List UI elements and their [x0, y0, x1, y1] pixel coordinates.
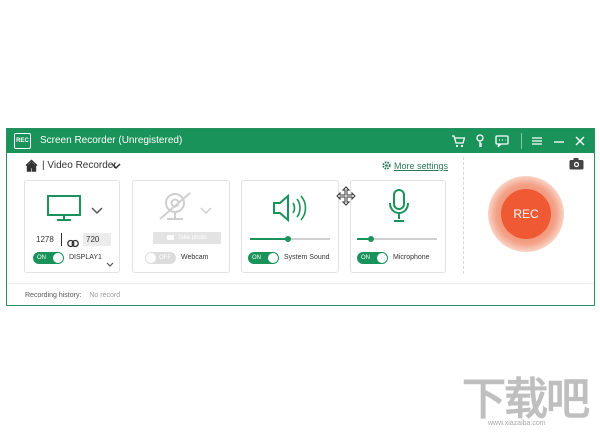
chevron-down-icon[interactable] — [111, 161, 121, 171]
camera-icon[interactable] — [569, 157, 584, 170]
close-icon[interactable] — [572, 133, 588, 149]
display-card: 1278 720 ON DISPLAY1 — [24, 180, 120, 273]
webcam-dropdown-chevron-icon[interactable] — [200, 202, 212, 220]
toggle-knob — [146, 253, 156, 263]
watermark-text: 下载吧 — [462, 374, 590, 425]
link-icon[interactable] — [67, 235, 79, 253]
recording-history-value: No record — [89, 292, 121, 299]
app-logo: REC — [14, 133, 31, 149]
display-select-chevron-icon[interactable] — [106, 255, 114, 273]
gear-icon — [381, 160, 392, 171]
width-input[interactable]: 1278 — [33, 233, 62, 246]
move-cursor-icon — [336, 186, 356, 206]
recording-history-label: Recording history: — [25, 292, 82, 299]
system-sound-toggle[interactable]: ON — [248, 252, 279, 264]
cart-icon[interactable] — [450, 133, 466, 149]
webcam-toggle[interactable]: OFF — [145, 252, 176, 264]
webcam-card: Take photo OFF Webcam — [132, 180, 230, 273]
toggle-knob — [377, 253, 387, 263]
mode-separator: | — [42, 160, 45, 171]
rec-button[interactable]: REC — [501, 189, 551, 239]
speaker-icon[interactable] — [271, 193, 311, 228]
camera-small-icon — [167, 234, 175, 240]
system-sound-toggle-label: ON — [252, 255, 261, 261]
toggle-knob — [268, 253, 278, 263]
more-settings-link[interactable]: More settings — [381, 158, 451, 174]
menu-icon[interactable] — [529, 133, 545, 149]
toggle-knob — [53, 253, 63, 263]
system-sound-slider-fill — [250, 238, 288, 240]
minimize-icon[interactable] — [551, 133, 567, 149]
monitor-icon[interactable] — [47, 195, 81, 226]
watermark: 下载吧 www.xiazaiba.com — [462, 376, 592, 428]
system-sound-card: ON System Sound — [241, 180, 339, 273]
webcam-disabled-icon[interactable] — [155, 190, 195, 227]
footer-divider — [7, 283, 594, 284]
recording-history[interactable]: Recording history: No record — [25, 289, 120, 303]
system-sound-label: System Sound — [284, 254, 330, 261]
key-icon[interactable] — [472, 133, 488, 149]
system-sound-slider-knob[interactable] — [285, 236, 291, 242]
microphone-card: ON Microphone — [350, 180, 446, 273]
app-window: REC Screen Recorder (Unregistered) | Vid… — [6, 128, 595, 306]
display-label: DISPLAY1 — [69, 254, 102, 261]
home-icon[interactable] — [25, 159, 38, 172]
system-sound-slider[interactable] — [250, 236, 330, 242]
microphone-toggle[interactable]: ON — [357, 252, 388, 264]
webcam-label: Webcam — [181, 254, 209, 261]
display-dropdown-chevron-icon[interactable] — [91, 202, 103, 220]
display-toggle[interactable]: ON — [33, 252, 64, 264]
display-toggle-label: ON — [37, 255, 46, 261]
microphone-slider-knob[interactable] — [368, 236, 374, 242]
take-photo-button[interactable]: Take photo — [153, 232, 221, 244]
panel-divider — [463, 157, 464, 274]
window-title: Screen Recorder (Unregistered) — [40, 135, 183, 146]
titlebar-separator — [521, 133, 522, 149]
mode-label: Video Recorder — [47, 160, 117, 171]
watermark-url: www.xiazaiba.com — [488, 420, 546, 427]
webcam-toggle-label: OFF — [159, 255, 171, 261]
height-input[interactable]: 720 — [83, 233, 111, 246]
microphone-toggle-label: ON — [361, 255, 370, 261]
more-settings-label: More settings — [394, 161, 449, 171]
microphone-icon[interactable] — [387, 189, 411, 228]
microphone-slider[interactable] — [357, 236, 437, 242]
microphone-label: Microphone — [393, 254, 430, 261]
take-photo-label: Take photo — [177, 235, 207, 241]
title-bar: REC Screen Recorder (Unregistered) — [7, 129, 594, 153]
feedback-icon[interactable] — [494, 133, 510, 149]
mode-selector[interactable]: | Video Recorder — [25, 158, 135, 174]
